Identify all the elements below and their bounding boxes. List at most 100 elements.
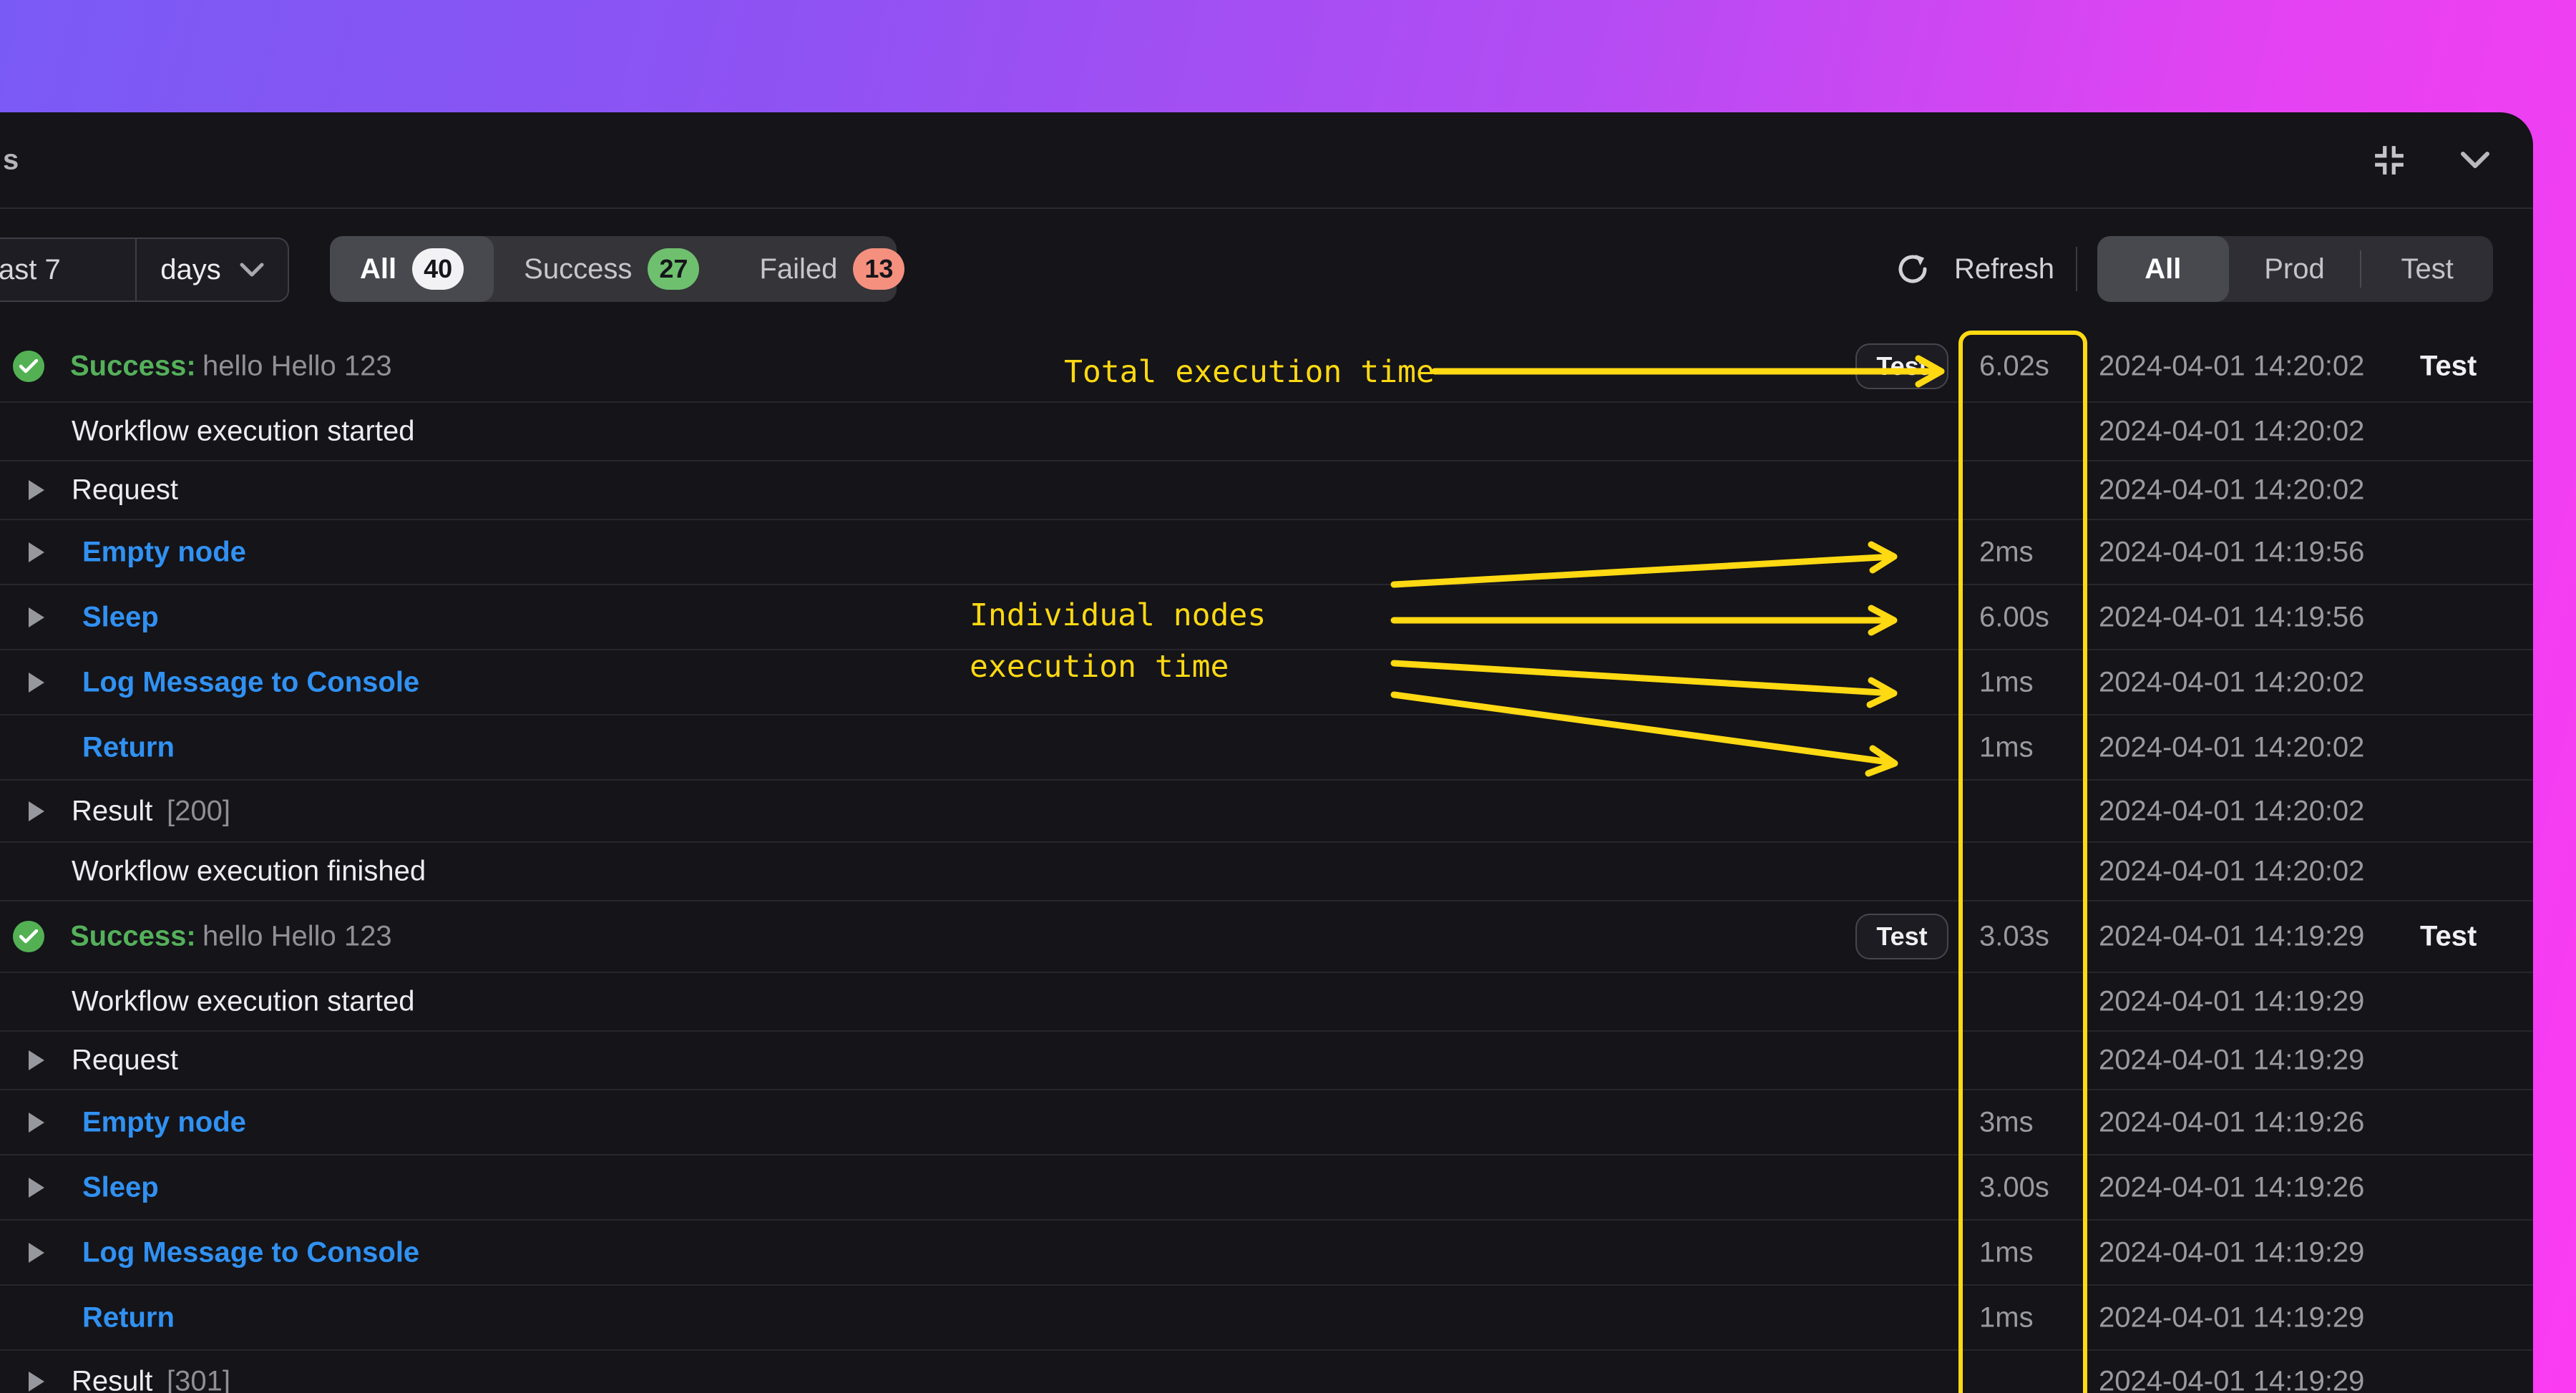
log-event-text: Request [72,1044,178,1076]
node-name[interactable]: Log Message to Console [82,666,419,698]
caret-right-icon[interactable] [29,542,44,562]
result-status-code: [301] [167,1365,230,1393]
node-name[interactable]: Empty node [82,536,246,568]
timestamp-value: 2024-04-01 14:19:29 [2099,1044,2365,1076]
duration-value: 1ms [1979,1301,2034,1333]
timestamp-value: 2024-04-01 14:19:29 [2099,985,2365,1017]
duration-value: 2ms [1979,536,2034,567]
env-tab-prod[interactable]: Prod [2229,236,2361,302]
log-row-result[interactable]: Result [200] 2024-04-01 14:20:02 [0,781,2533,843]
caret-right-icon[interactable] [29,801,44,821]
timestamp-value: 2024-04-01 14:19:56 [2099,601,2365,632]
log-row-return[interactable]: Return 1ms 2024-04-01 14:20:02 [0,715,2533,781]
execution-log-table: Success: hello Hello 123 Test Test 6.02s 2024… [0,331,2533,1393]
timestamp-value: 2024-04-01 14:20:02 [2099,795,2365,826]
timestamp-value: 2024-04-01 14:19:26 [2099,1171,2365,1203]
env-tab-test[interactable]: Test [2361,236,2493,302]
date-range-unit-label: days [160,253,221,285]
status-tab-success[interactable]: Success 27 [494,236,729,302]
refresh-button[interactable]: Refresh [1896,252,2054,286]
log-row-sleep[interactable]: Sleep 6.00s 2024-04-01 14:19:56 [0,585,2533,650]
timestamp-value: 2024-04-01 14:20:02 [2099,350,2365,382]
timestamp-value: 2024-04-01 14:20:02 [2099,415,2365,447]
chevron-down-icon [240,263,264,277]
date-range-unit-select[interactable]: days [137,254,288,286]
log-row-workflow-execution-started[interactable]: Workflow execution started 2024-04-01 14:… [0,403,2533,461]
timestamp-value: 2024-04-01 14:19:29 [2099,1236,2365,1268]
log-row-log-message-to-console[interactable]: Log Message to Console 1ms 2024-04-01 14:1… [0,1221,2533,1286]
log-event-text: Result [72,795,153,826]
result-status-code: [200] [167,795,230,826]
timestamp-value: 2024-04-01 14:19:29 [2099,920,2365,952]
duration-value: 1ms [1979,731,2034,763]
environment-label: Test [2420,350,2477,382]
log-row-request[interactable]: Request 2024-04-01 14:19:29 [0,1032,2533,1090]
node-name[interactable]: Return [82,731,175,763]
duration-value: 3.00s [1979,1171,2049,1203]
caret-right-icon[interactable] [29,672,44,693]
log-row-request[interactable]: Request 2024-04-01 14:20:02 [0,461,2533,520]
caret-right-icon[interactable] [29,1112,44,1133]
duration-value: 1ms [1979,1236,2034,1268]
test-badge[interactable]: Test [1855,914,1948,959]
timestamp-value: 2024-04-01 14:20:02 [2099,474,2365,506]
log-row-sleep[interactable]: Sleep 3.00s 2024-04-01 14:19:26 [0,1155,2533,1221]
environment-label: Test [2420,920,2477,952]
status-tab-failed[interactable]: Failed 13 [729,236,935,302]
chevron-down-icon[interactable] [2460,150,2490,170]
test-badge[interactable]: Test [1855,343,1948,389]
duration-value: 6.00s [1979,601,2049,632]
status-tab-label: All [360,253,397,285]
log-row-log-message-to-console[interactable]: Log Message to Console 1ms 2024-04-01 14:2… [0,650,2533,715]
caret-right-icon[interactable] [29,480,44,500]
caret-right-icon[interactable] [29,1177,44,1198]
timestamp-value: 2024-04-01 14:19:29 [2099,1301,2365,1333]
node-name[interactable]: Log Message to Console [82,1236,419,1269]
compress-icon[interactable] [2373,144,2406,177]
caret-right-icon[interactable] [29,1242,44,1263]
timestamp-value: 2024-04-01 14:19:29 [2099,1365,2365,1393]
log-row-empty-node[interactable]: Empty node 2ms 2024-04-01 14:19:56 [0,520,2533,585]
refresh-icon [1898,255,1927,283]
logs-panel: s ast 7 days All 40 Success 27 Failed 13… [0,112,2533,1393]
status-filter-tabs: All 40 Success 27 Failed 13 [330,236,905,302]
log-event-text: Workflow execution started [72,985,415,1017]
log-row-result[interactable]: Result [301] 2024-04-01 14:19:29 [0,1351,2533,1393]
duration-value: 6.02s [1979,350,2049,382]
caret-right-icon[interactable] [29,1050,44,1070]
log-row-workflow-execution-finished[interactable]: Workflow execution finished 2024-04-01 14… [0,843,2533,901]
log-row-empty-node[interactable]: Empty node 3ms 2024-04-01 14:19:26 [0,1090,2533,1155]
log-row-success[interactable]: Success: hello Hello 123 Test Test 6.02s 2024… [0,331,2533,403]
date-range-value[interactable]: ast 7 [0,254,135,286]
execution-name: hello Hello 123 [203,920,392,952]
controls-divider [2076,247,2077,291]
log-row-success[interactable]: Success: hello Hello 123 Test Test 3.03s 2024… [0,901,2533,973]
status-tab-all[interactable]: All 40 [330,236,494,302]
duration-value: 3ms [1979,1106,2034,1138]
panel-title-fragment: s [3,144,19,175]
log-row-workflow-execution-started[interactable]: Workflow execution started 2024-04-01 14:… [0,973,2533,1032]
success-status-label: Success: [70,350,196,382]
app-background: s ast 7 days All 40 Success 27 Failed 13… [0,0,2576,1393]
success-status-label: Success: [70,920,196,952]
env-tab-all[interactable]: All [2097,236,2229,302]
caret-right-icon[interactable] [29,607,44,627]
caret-right-icon[interactable] [29,1371,44,1392]
check-circle-icon [13,921,44,952]
duration-value: 1ms [1979,666,2034,698]
filter-bar: ast 7 days All 40 Success 27 Failed 13 Refres… [0,209,2533,331]
environment-tabs: All Prod Test [2097,236,2493,302]
log-row-return[interactable]: Return 1ms 2024-04-01 14:19:29 [0,1286,2533,1351]
node-name[interactable]: Sleep [82,1171,159,1203]
date-range-input[interactable]: ast 7 days [0,238,289,302]
timestamp-value: 2024-04-01 14:20:02 [2099,855,2365,887]
status-tab-count-badge: 27 [648,248,700,290]
timestamp-value: 2024-04-01 14:19:26 [2099,1106,2365,1138]
log-event-text: Result [72,1365,153,1393]
timestamp-value: 2024-04-01 14:19:56 [2099,536,2365,567]
node-name[interactable]: Empty node [82,1106,246,1138]
node-name[interactable]: Sleep [82,601,159,633]
status-tab-label: Failed [759,253,838,285]
status-tab-label: Success [524,253,633,285]
node-name[interactable]: Return [82,1301,175,1334]
